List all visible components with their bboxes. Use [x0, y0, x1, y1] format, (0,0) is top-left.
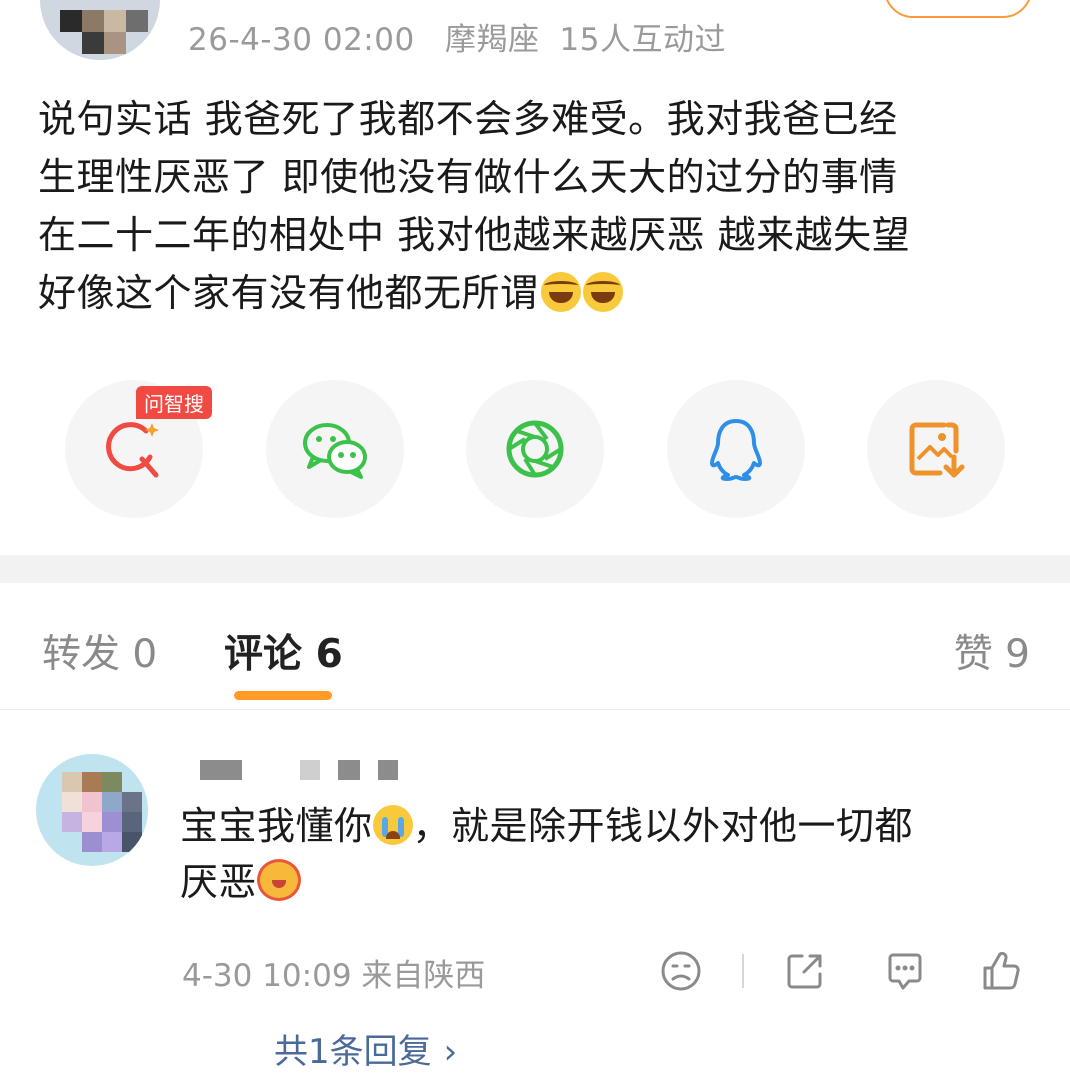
chevron-right-icon: › — [443, 1032, 458, 1072]
post-text-line: 好像这个家有没有他都无所谓 — [38, 271, 539, 315]
active-tab-indicator — [234, 691, 332, 700]
post-interactions: 15人互动过 — [559, 22, 726, 58]
avatar-pixel — [104, 32, 126, 54]
post-date: 26-4-30 02:00 — [188, 22, 415, 58]
avatar-pixel — [122, 812, 142, 832]
crying-emoji-icon — [372, 805, 413, 845]
avatar-pixel — [82, 812, 102, 832]
comment-footer: 4-30 10:09 来自陕西 — [182, 948, 1042, 994]
name-pixel — [200, 760, 242, 780]
follow-button[interactable] — [884, 0, 1032, 18]
avatar-pixel — [62, 812, 82, 832]
replies-count-label: 共1条回复 — [274, 1032, 432, 1072]
avatar-pixel — [102, 772, 122, 792]
tab-comments[interactable]: 评论 6 — [224, 623, 343, 679]
avatar-pixel — [62, 792, 82, 812]
save-image-icon — [909, 422, 965, 478]
avatar-pixel — [60, 10, 82, 32]
avatar-pixel — [126, 10, 148, 32]
laugh-cry-emoji-icon — [582, 272, 623, 312]
comment-icon[interactable] — [882, 948, 928, 994]
avatar-pixel — [82, 832, 102, 852]
view-replies-link[interactable]: 共1条回复 › — [274, 1024, 457, 1073]
post-meta: 26-4-30 02:00 摩羯座 15人互动过 — [188, 14, 746, 59]
share-wechat-button[interactable] — [266, 380, 404, 518]
comment-text-segment: 宝宝我懂你 — [180, 804, 373, 848]
qq-icon — [710, 419, 762, 481]
post-body: 说句实话 我爸死了我都不会多难受。我对我爸已经 生理性厌恶了 即使他没有做什么天… — [38, 90, 1048, 322]
post-text-line-last: 好像这个家有没有他都无所谓 — [38, 264, 1048, 322]
wechat-icon — [303, 423, 367, 479]
post-text-line: 说句实话 我爸死了我都不会多难受。我对我爸已经 — [38, 97, 898, 141]
laugh-cry-emoji-icon — [540, 272, 581, 312]
commenter-avatar[interactable] — [36, 754, 148, 866]
search-share-icon — [106, 422, 159, 478]
post-header: 26-4-30 02:00 摩羯座 15人互动过 — [0, 0, 1070, 70]
avatar-pixel — [122, 792, 142, 812]
tabs-border — [0, 709, 1070, 710]
avatar-pixel — [102, 832, 122, 852]
name-pixel — [378, 760, 398, 780]
comment-text-segment: 厌恶 — [180, 860, 258, 904]
moments-icon — [506, 420, 564, 478]
smart-search-badge: 问智搜 — [136, 386, 212, 419]
share-qq-button[interactable] — [667, 380, 805, 518]
avatar-pixel — [82, 772, 102, 792]
share-moments-button[interactable] — [466, 380, 604, 518]
section-divider — [0, 555, 1070, 583]
comment-text: 宝宝我懂你 ，就是除开钱以外对他一切都 厌恶 — [180, 798, 1030, 910]
author-avatar[interactable] — [40, 0, 160, 60]
post-zodiac: 摩羯座 — [445, 22, 540, 58]
post-text-line: 在二十二年的相处中 我对他越来越厌恶 越来越失望 — [38, 213, 911, 257]
post-text-line: 生理性厌恶了 即使他没有做什么天大的过分的事情 — [38, 155, 898, 199]
avatar-pixel — [82, 792, 102, 812]
commenter-name-blurred[interactable] — [198, 760, 408, 784]
name-pixel — [338, 760, 360, 780]
tab-repost[interactable]: 转发 0 — [42, 623, 157, 679]
comment-tabs: 转发 0 评论 6 赞 9 — [0, 583, 1070, 710]
name-pixel — [300, 760, 320, 780]
footer-separator — [742, 954, 744, 988]
avatar-pixel — [102, 792, 122, 812]
tab-likes[interactable]: 赞 9 — [954, 623, 1030, 679]
avatar-pixel — [122, 832, 142, 852]
comment-item: 宝宝我懂你 ，就是除开钱以外对他一切都 厌恶 4-30 10:09 来自陕西 共1… — [0, 740, 1070, 1081]
comment-text-segment: ，就是除开钱以外对他一切都 — [412, 804, 914, 848]
share-icon[interactable] — [782, 948, 828, 994]
comment-text-line: 厌恶 — [180, 854, 1030, 910]
comment-text-line: 宝宝我懂你 ，就是除开钱以外对他一切都 — [180, 798, 1030, 854]
avatar-pixel — [62, 772, 82, 792]
like-icon[interactable] — [978, 948, 1024, 994]
hug-emoji-icon — [257, 859, 302, 901]
comment-time-location: 4-30 10:09 来自陕西 — [182, 958, 486, 994]
avatar-pixel — [82, 10, 104, 32]
avatar-pixel — [82, 32, 104, 54]
avatar-pixel — [104, 10, 126, 32]
save-image-button[interactable] — [867, 380, 1005, 518]
avatar-pixel — [102, 812, 122, 832]
mood-emoji-icon[interactable] — [658, 948, 704, 994]
